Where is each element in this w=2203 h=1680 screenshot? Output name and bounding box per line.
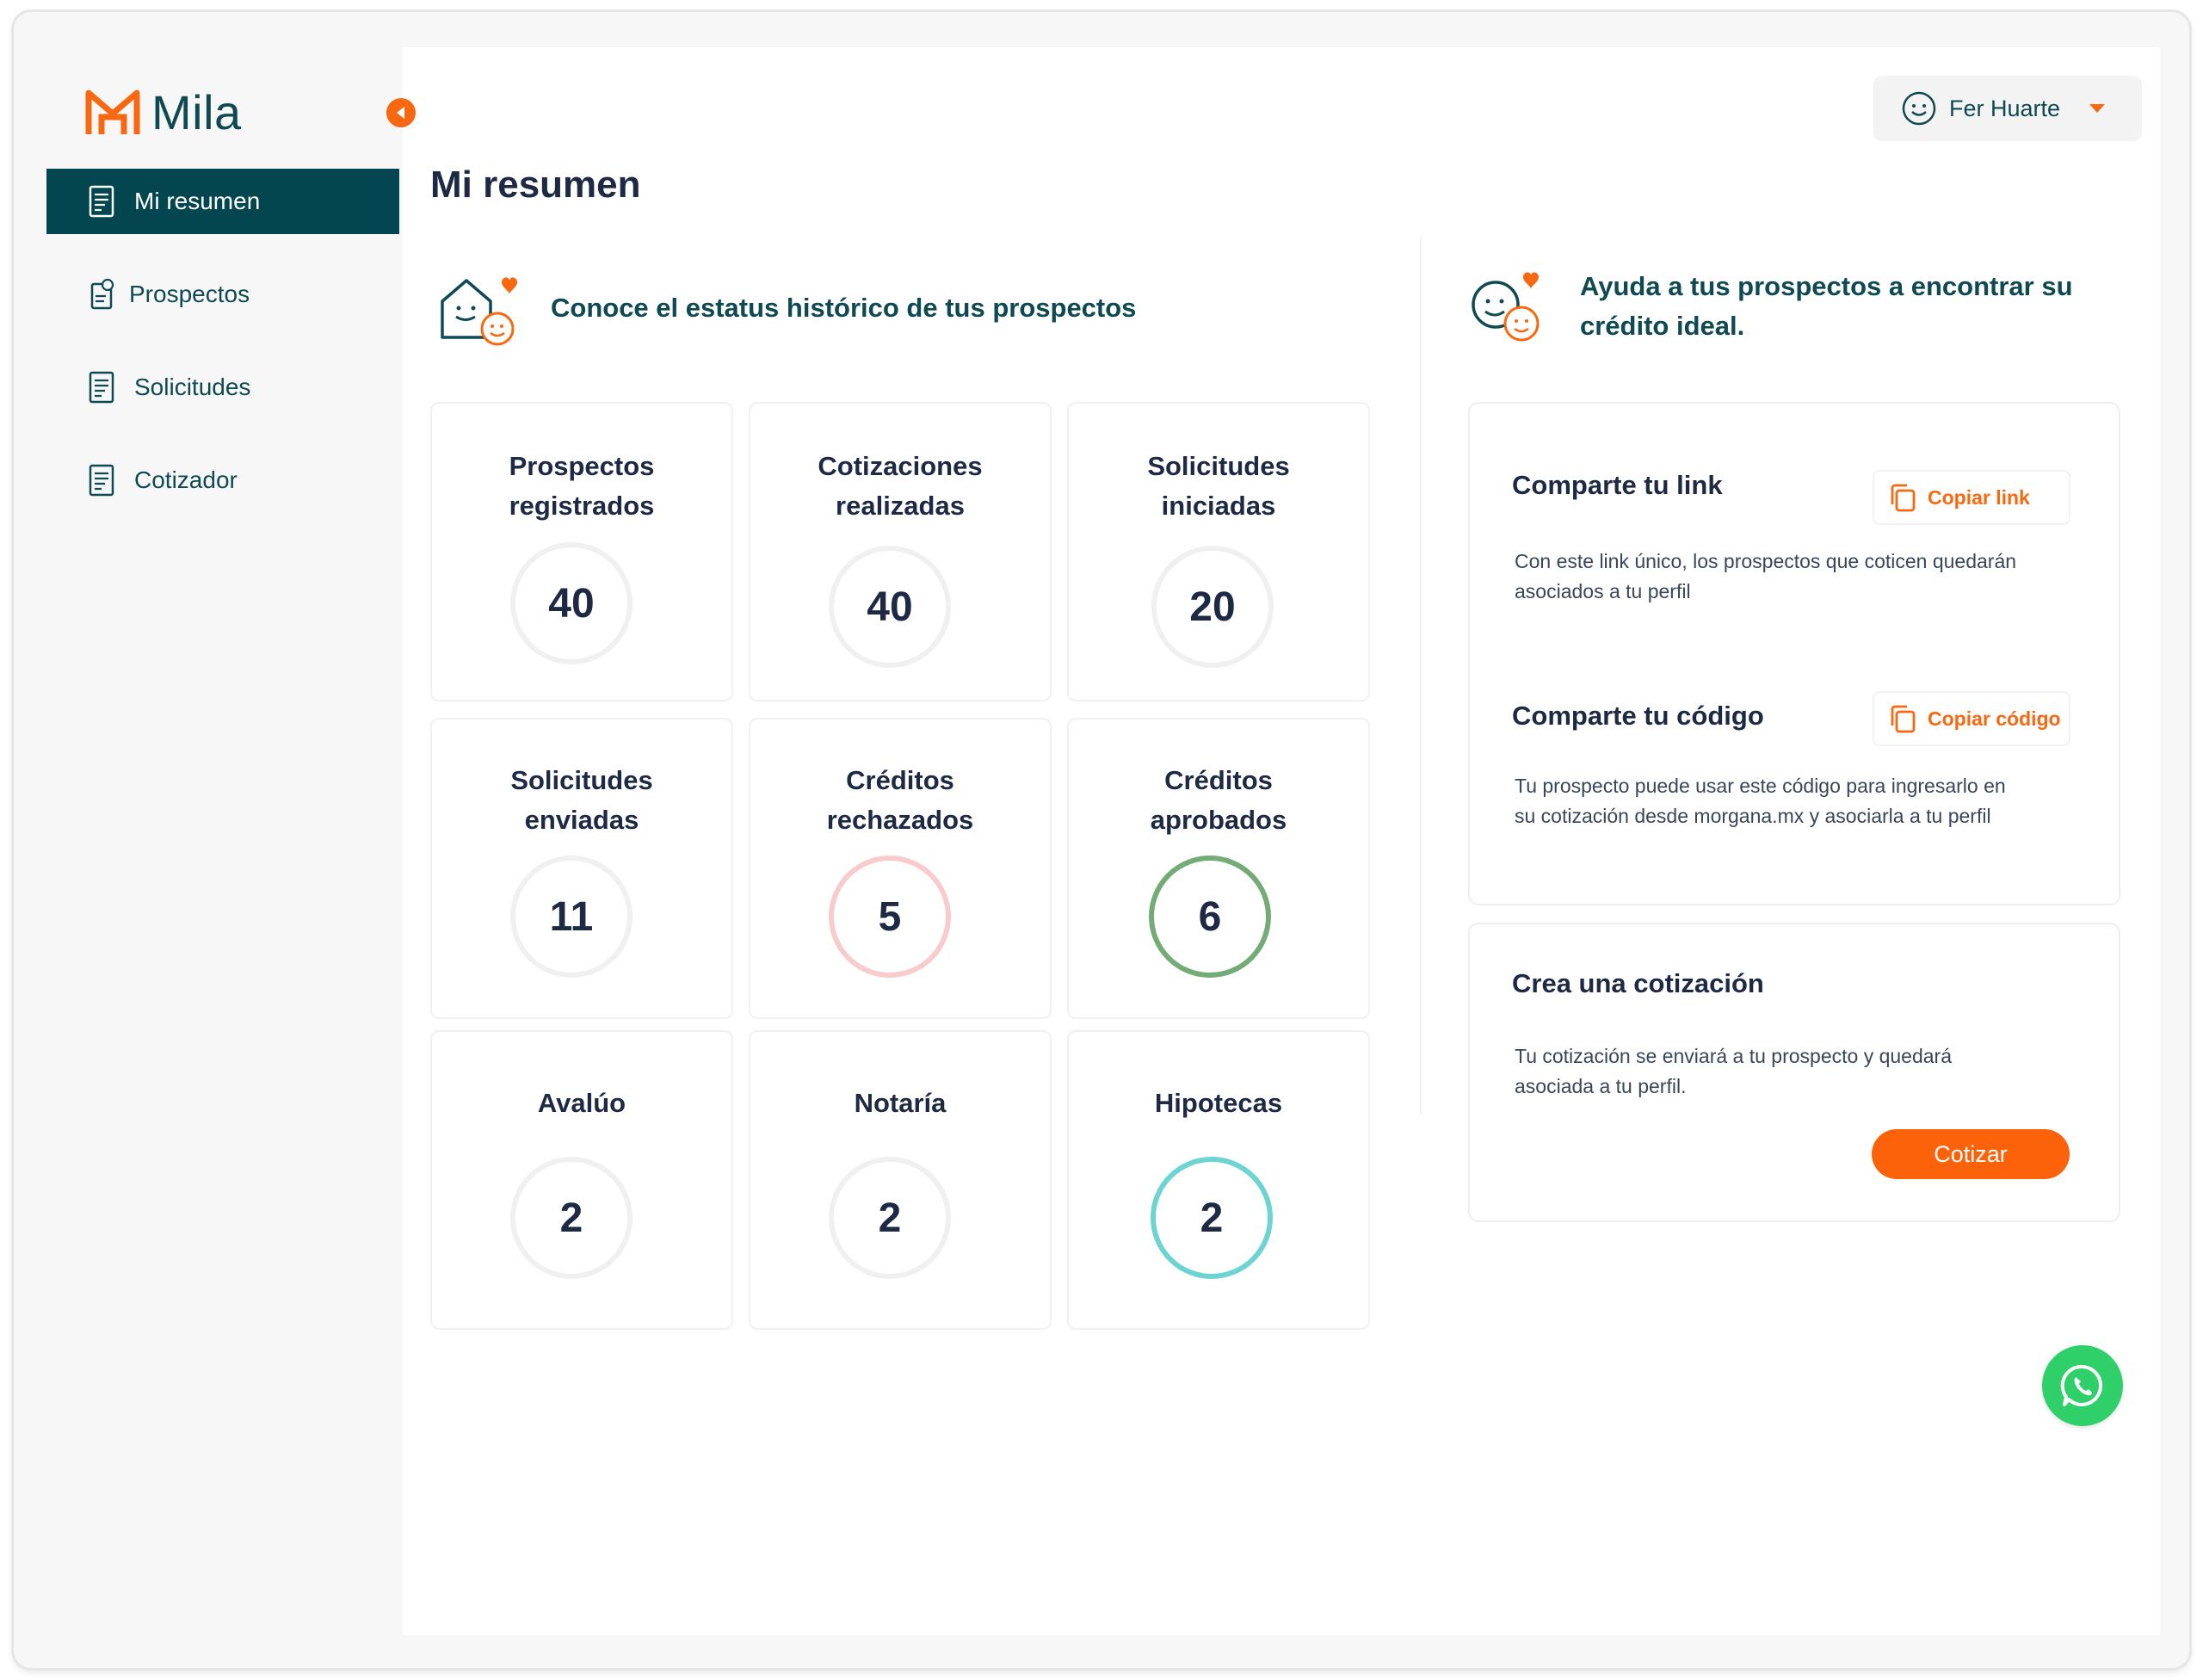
copy-code-label: Copiar código [1928,707,2061,730]
stat-value-ring: 40 [829,546,951,668]
stat-card-prospectos-registrados[interactable]: Prospectos registrados 40 [430,402,733,701]
whatsapp-icon [2060,1364,2103,1406]
help-section-title: Ayuda a tus prospectos a encontrar su cr… [1580,267,2073,346]
stat-label: Solicitudes enviadas [510,765,653,835]
stat-value-ring: 6 [1149,855,1271,978]
stat-label: Prospectos registrados [509,451,655,521]
stat-label: Notaría [854,1088,947,1118]
sidebar-item-label: Solicitudes [134,374,251,400]
share-link-title: Comparte tu link [1512,470,1723,500]
page-title: Mi resumen [430,164,641,206]
user-name: Fer Huarte [1949,95,2061,121]
description-line: Con este link único, los prospectos que … [1515,550,2017,572]
stat-card-avaluo[interactable]: Avalúo 2 [430,1030,733,1330]
stat-card-solicitudes-iniciadas[interactable]: Solicitudes iniciadas 20 [1067,402,1370,701]
collapse-sidebar-button[interactable] [386,98,416,127]
caret-left-icon [397,107,404,119]
stat-card-creditos-aprobados[interactable]: Créditos aprobados 6 [1067,718,1370,1019]
section-divider [1420,237,1422,1115]
copy-icon [1888,482,1917,513]
stat-label: Hipotecas [1154,1088,1283,1118]
copy-link-label: Copiar link [1928,485,2030,509]
description-line: Tu prospecto puede usar este código para… [1515,775,2006,797]
applications-document-icon [84,370,119,405]
stat-card-cotizaciones-realizadas[interactable]: Cotizaciones realizadas 40 [749,402,1052,701]
chevron-down-icon [2089,104,2106,113]
user-menu-button[interactable]: Fer Huarte [1873,76,2142,141]
description-line: su cotización desde morgana.mx y asociar… [1515,805,1991,827]
stat-value-ring: 11 [510,855,633,978]
mila-logo-icon [85,90,140,134]
quote-title: Crea una cotización [1512,968,1764,998]
stat-value-ring: 2 [1151,1157,1273,1279]
sidebar-item-label: Cotizador [134,466,238,493]
user-smiley-icon [1901,90,1937,127]
share-code-title: Comparte tu código [1512,701,1764,731]
stat-value-ring: 5 [829,855,951,978]
help-section-header: Ayuda a tus prospectos a encontrar su cr… [1468,267,2073,349]
copy-icon [1888,703,1917,734]
summary-document-icon [84,184,119,219]
sidebar-item-mi-resumen[interactable]: Mi resumen [46,169,399,234]
stats-section-header: Conoce el estatus histórico de tus prosp… [437,269,1136,348]
prospects-badge-icon [86,277,120,312]
brand-logo[interactable]: Mila [84,84,242,140]
sidebar-item-solicitudes[interactable]: Solicitudes [46,355,399,420]
help-title-line: crédito ideal. [1580,311,1745,341]
help-title-line: Ayuda a tus prospectos a encontrar su [1580,271,2073,301]
stat-label: Créditos rechazados [826,765,974,835]
whatsapp-button[interactable] [2042,1345,2123,1426]
quote-document-icon [84,463,119,497]
description-line: asociada a tu perfil. [1515,1075,1687,1097]
share-link-description: Con este link único, los prospectos que … [1515,547,2016,607]
sidebar-item-prospectos[interactable]: Prospectos [46,262,399,327]
copy-link-button[interactable]: Copiar link [1873,470,2070,525]
house-smiley-icon [441,277,517,346]
stat-value-ring: 2 [510,1157,633,1279]
copy-code-button[interactable]: Copiar código [1873,691,2070,746]
stat-label: Créditos aprobados [1150,765,1287,835]
stat-label: Avalúo [537,1088,626,1118]
stat-value-ring: 20 [1151,546,1274,668]
quote-description: Tu cotización se enviará a tu prospecto … [1515,1041,1952,1102]
two-smileys-icon [1472,272,1540,342]
stats-section-title: Conoce el estatus histórico de tus prosp… [551,293,1137,323]
stat-card-notaria[interactable]: Notaría 2 [749,1030,1052,1330]
stat-value-ring: 2 [829,1157,951,1279]
sidebar-item-label: Mi resumen [134,188,261,214]
stat-card-hipotecas[interactable]: Hipotecas 2 [1067,1030,1370,1330]
sidebar-item-label: Prospectos [129,281,250,307]
stat-label: Cotizaciones realizadas [818,451,983,521]
description-line: Tu cotización se enviará a tu prospecto … [1515,1045,1952,1067]
logo-text: Mila [151,85,242,139]
stat-card-solicitudes-enviadas[interactable]: Solicitudes enviadas 11 [430,718,733,1019]
share-code-description: Tu prospecto puede usar este código para… [1515,771,2006,831]
stat-card-creditos-rechazados[interactable]: Créditos rechazados 5 [749,718,1052,1019]
sidebar-item-cotizador[interactable]: Cotizador [46,448,399,513]
stat-value-ring: 40 [510,542,633,664]
cotizar-button[interactable]: Cotizar [1872,1129,2070,1179]
stat-label: Solicitudes iniciadas [1147,451,1290,521]
description-line: asociados a tu perfil [1515,580,1691,602]
